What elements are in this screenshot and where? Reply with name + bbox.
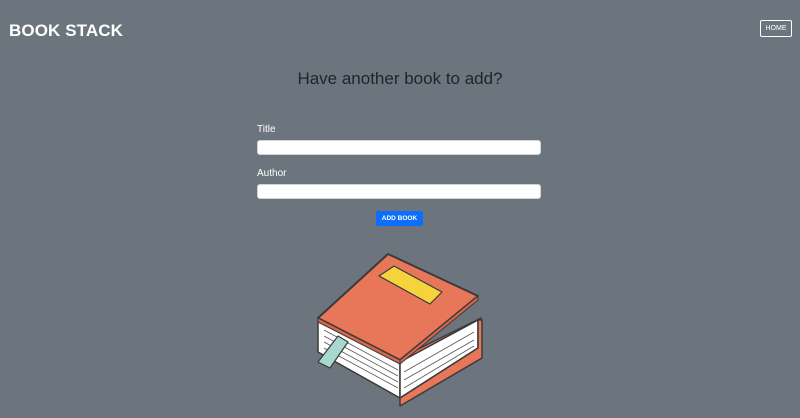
book-icon bbox=[317, 253, 483, 407]
author-label: Author bbox=[257, 168, 287, 179]
home-button[interactable]: HOME bbox=[760, 20, 792, 37]
add-book-button[interactable]: ADD BOOK bbox=[376, 211, 423, 226]
brand-logo-text[interactable]: BOOK STACK bbox=[9, 21, 123, 41]
page-heading: Have another book to add? bbox=[297, 69, 503, 88]
title-label: Title bbox=[257, 124, 276, 135]
navbar: BOOK STACK HOME bbox=[0, 0, 800, 60]
author-input[interactable] bbox=[257, 184, 541, 199]
title-input[interactable] bbox=[257, 140, 541, 155]
